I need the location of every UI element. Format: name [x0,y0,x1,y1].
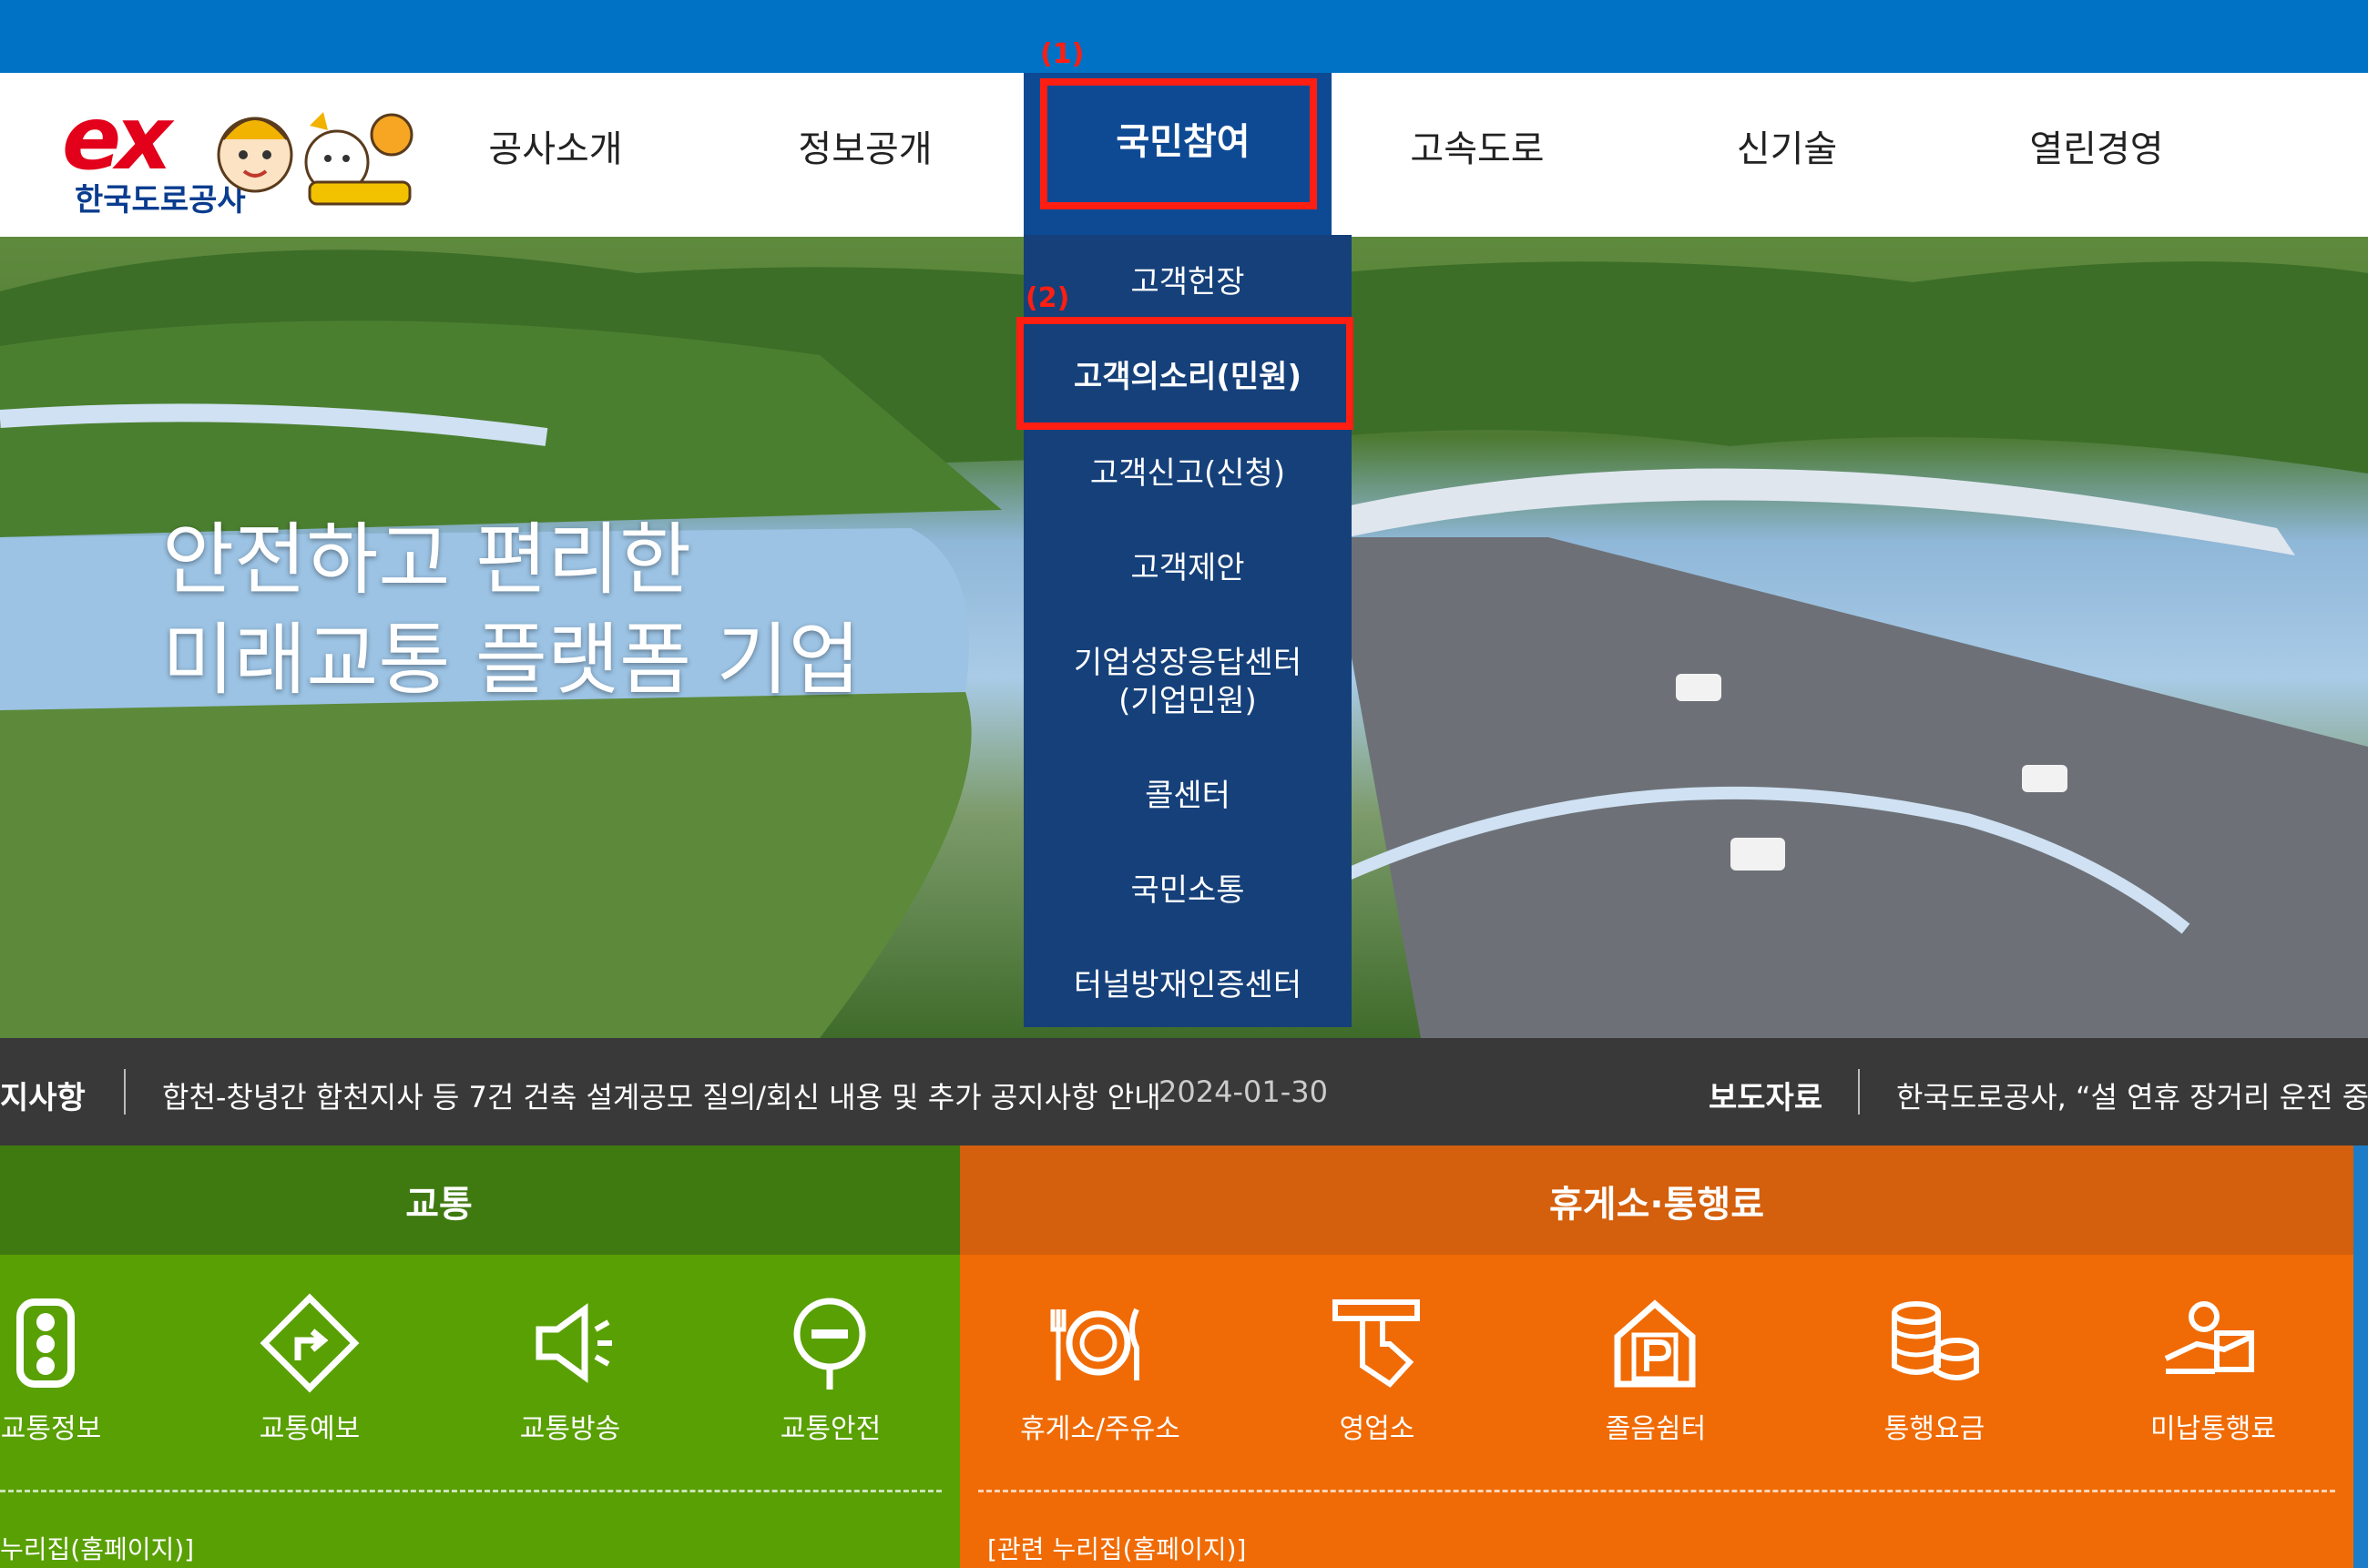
logo-ex: ex [62,87,172,189]
mascot-icon [217,112,413,206]
unpaid-toll-icon[interactable] [2160,1293,2261,1393]
marker-label-2: (2) [1026,282,1070,314]
traffic-related-link[interactable]: 누리집(홈페이지)] [0,1530,194,1566]
next-panel-edge [2353,1145,2368,1568]
dropdown-item-communication[interactable]: 국민소통 [1024,865,1352,910]
no-entry-sign-icon[interactable] [780,1293,880,1393]
dropdown-item-customer-report[interactable]: 고객신고(신청) [1024,448,1352,493]
dropdown-item-customer-charter[interactable]: 고객헌장 [1024,257,1352,301]
rest-item-tollgate[interactable]: 영업소 [1250,1406,1505,1446]
nav-item-company[interactable]: 공사소개 [410,73,701,237]
megaphone-icon[interactable] [521,1293,621,1393]
rest-related-link[interactable]: [관련 누리집(홈페이지)] [987,1530,1246,1566]
traffic-item-safety[interactable]: 교통안전 [703,1406,958,1446]
rest-item-toll-fee[interactable]: 통행요금 [1807,1406,2062,1446]
nav-item-highway[interactable]: 고속도로 [1332,73,1623,237]
highlight-box-2 [1016,317,1353,430]
traffic-item-info[interactable]: 교통정보 [0,1406,179,1446]
notice-date: 2024-01-30 [1158,1074,1328,1109]
coins-icon[interactable] [1883,1293,1984,1393]
notice-label: 지사항 [0,1080,86,1116]
dropdown-item-business-center-sub[interactable]: (기업민원) [1024,676,1352,720]
traffic-divider [0,1490,942,1492]
press-text[interactable]: 한국도로공사, “설 연휴 장거리 운전 중 [1896,1074,2368,1116]
hero-headline-line1: 안전하고 편리한 [162,514,692,606]
rest-divider [978,1490,2335,1492]
press-divider [1858,1069,1860,1115]
nav-item-open-management[interactable]: 열린경영 [1951,73,2242,237]
hero-headline-line2: 미래교통 플랫폼 기업 [162,615,861,706]
nav-item-new-tech[interactable]: 신기술 [1641,73,1933,237]
parking-icon[interactable] [1605,1293,1705,1393]
traffic-item-forecast[interactable]: 교통예보 [182,1406,437,1446]
notice-text[interactable]: 합천-창녕간 합천지사 등 7건 건축 설계공모 질의/회신 내용 및 추가 공… [162,1074,1161,1116]
dropdown-item-customer-proposal[interactable]: 고객제안 [1024,543,1352,587]
rest-item-drowsy-shelter[interactable]: 졸음쉼터 [1528,1406,1783,1446]
highlight-box-1 [1040,78,1317,209]
traffic-light-icon[interactable] [0,1293,100,1393]
dropdown-item-tunnel-center[interactable]: 터널방재인증센터 [1024,960,1352,1004]
restaurant-icon[interactable] [1047,1293,1148,1393]
press-label: 보도자료 [1709,1080,1823,1116]
rest-item-rest-area[interactable]: 휴게소/주유소 [973,1406,1228,1446]
toll-booth-icon[interactable] [1326,1293,1426,1393]
logo[interactable]: ex 한국도로공사 [55,87,413,219]
traffic-title: 교통 [405,1184,473,1226]
rest-item-unpaid-toll[interactable]: 미납통행료 [2086,1406,2341,1446]
marker-label-1: (1) [1040,38,1085,70]
dropdown-item-call-center[interactable]: 콜센터 [1024,770,1352,815]
turn-sign-icon[interactable] [260,1293,360,1393]
top-bar [0,0,2368,73]
nav-item-info[interactable]: 정보공개 [720,73,1011,237]
notice-divider [124,1069,126,1115]
rest-title: 휴게소·통행료 [1549,1184,1764,1226]
traffic-item-broadcast[interactable]: 교통방송 [443,1406,698,1446]
